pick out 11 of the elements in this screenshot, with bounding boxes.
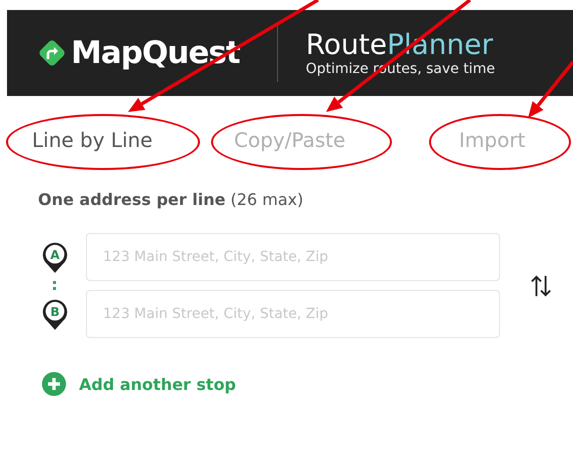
tab[interactable]: Line by Line <box>32 128 153 152</box>
tab[interactable]: Import <box>459 128 526 152</box>
form-heading: One address per line (26 max) <box>38 190 304 209</box>
dotted-connector <box>53 281 56 290</box>
tab[interactable]: Copy/Paste <box>234 128 346 152</box>
swap-icon[interactable] <box>530 272 552 298</box>
plus-icon <box>42 372 66 396</box>
map-pin: A <box>41 240 69 274</box>
add-stop-button[interactable]: Add another stop <box>42 372 236 396</box>
map-pin: B <box>41 297 69 331</box>
annotation-arrow <box>528 60 573 118</box>
